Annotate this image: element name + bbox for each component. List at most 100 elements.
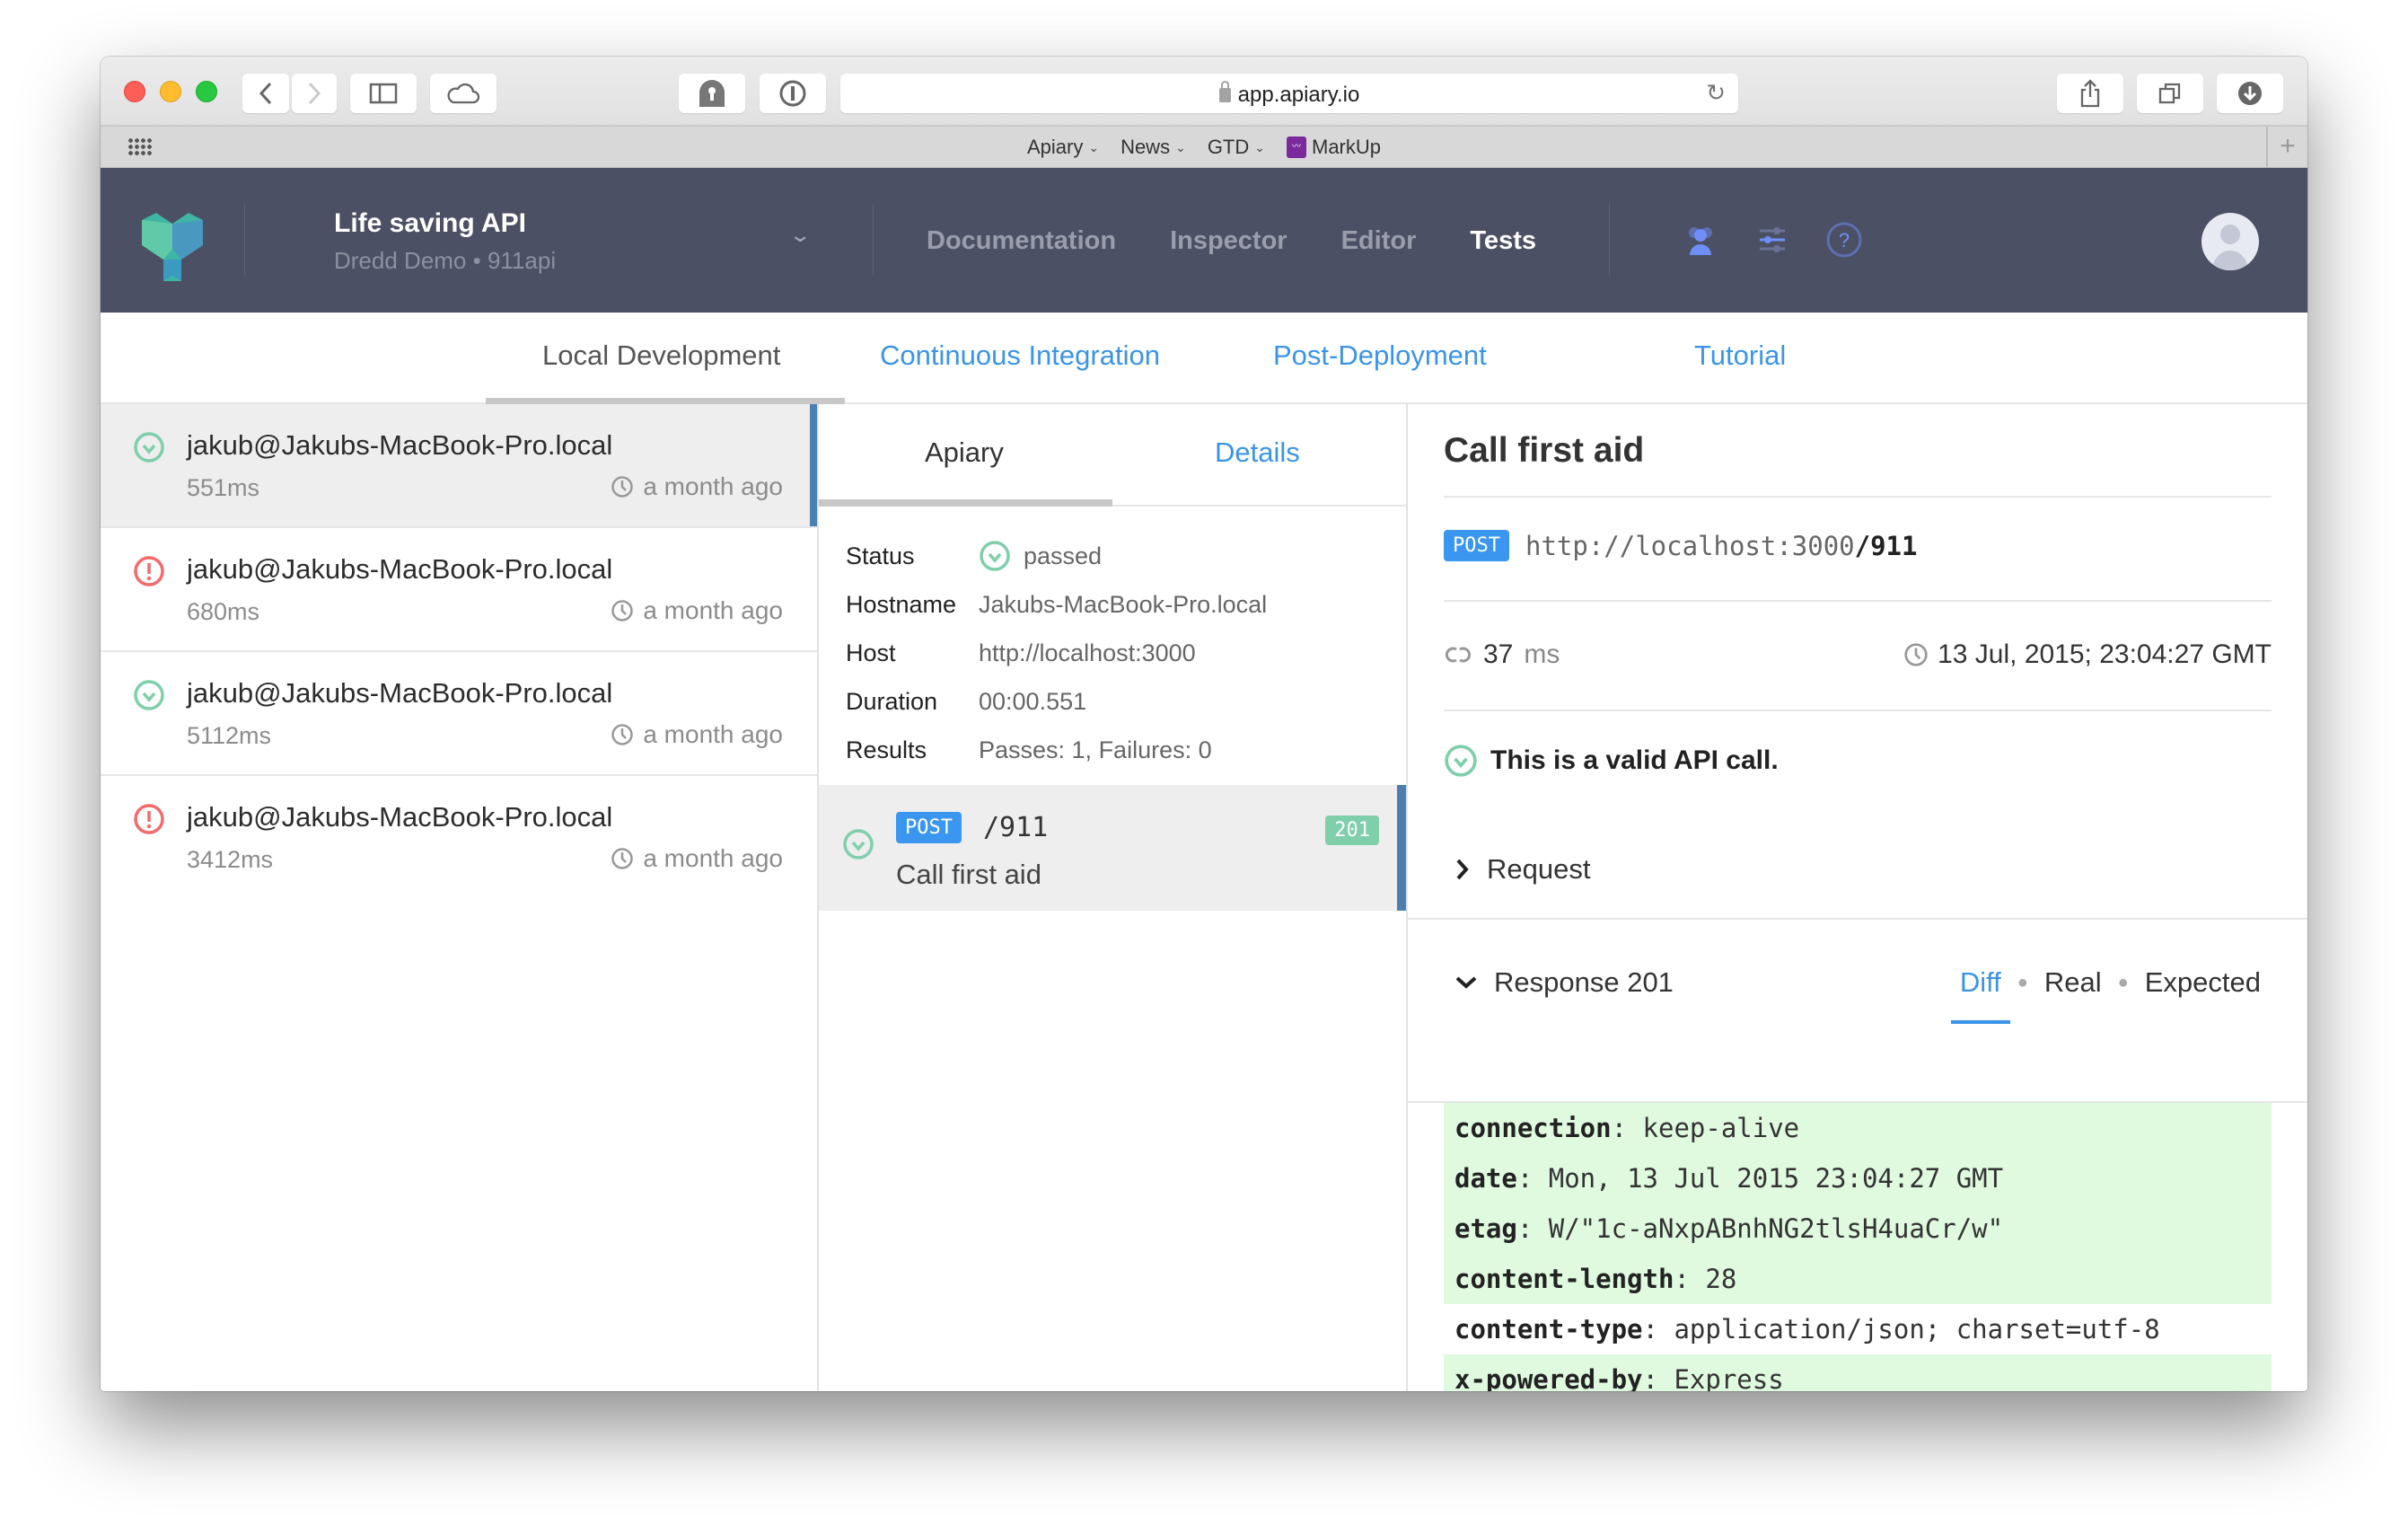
tab-tutorial[interactable]: Tutorial [1694, 339, 1786, 372]
tab-apiary[interactable]: Apiary [925, 436, 1004, 469]
transaction-item[interactable]: POST /911 201 Call first aid [819, 785, 1406, 911]
header-line: date: Mon, 13 Jul 2015 23:04:27 GMT [1444, 1153, 2272, 1203]
user-avatar[interactable] [2201, 213, 2259, 270]
validation-message: This is a valid API call. [1490, 745, 1779, 775]
zoom-window-button[interactable] [196, 81, 217, 102]
back-button[interactable] [242, 74, 289, 113]
clock-icon [611, 848, 634, 869]
reload-icon[interactable]: ↻ [1706, 79, 1726, 107]
new-tab-plus-icon[interactable]: + [2266, 127, 2307, 168]
download-icon [2238, 82, 2262, 105]
transaction-name: Call first aid [896, 859, 1041, 890]
run-duration: 680ms [187, 598, 260, 625]
address-bar[interactable]: app.apiary.io ↻ [840, 74, 1738, 113]
failed-exclamation-icon [134, 556, 164, 586]
keyhole-icon [699, 80, 725, 107]
tabs-icon [2158, 83, 2181, 104]
response-label: Response 201 [1494, 966, 1674, 998]
sidebar-toggle-button[interactable] [350, 74, 417, 113]
info-value: 00:00.551 [979, 687, 1087, 715]
svg-text:?: ? [1839, 229, 1850, 251]
bookmark-news[interactable]: News ⌄ [1121, 136, 1186, 159]
apiary-logo-icon[interactable] [138, 213, 207, 281]
bookmarks-bar: Apiary ⌄ News ⌄ GTD ⌄ 〰 MarkUp + [101, 127, 2307, 168]
nav-documentation[interactable]: Documentation [927, 226, 1116, 256]
test-run-item[interactable]: jakub@Jakubs-MacBook-Pro.local 680ms a m… [101, 528, 817, 652]
nav-inspector[interactable]: Inspector [1170, 226, 1287, 256]
nav-editor[interactable]: Editor [1341, 226, 1417, 256]
bookmark-gtd[interactable]: GTD ⌄ [1208, 136, 1265, 159]
onepassword-icon [779, 80, 806, 107]
clock-icon [1904, 643, 1928, 666]
clock-icon [611, 600, 634, 622]
tab-details[interactable]: Details [1215, 436, 1300, 469]
tab-continuous-integration[interactable]: Continuous Integration [880, 339, 1160, 372]
view-expected[interactable]: Expected [2145, 966, 2261, 999]
clock-icon [611, 476, 634, 498]
bookmark-apiary[interactable]: Apiary ⌄ [1027, 136, 1099, 159]
nav-tests[interactable]: Tests [1470, 226, 1536, 256]
team-icon [1689, 227, 1712, 255]
onepassword-button[interactable] [760, 74, 826, 113]
validation-result: This is a valid API call. [1444, 744, 1779, 778]
view-real[interactable]: Real [2044, 966, 2102, 999]
separator-dot: ● [2017, 972, 2028, 992]
bookmark-markup[interactable]: 〰 MarkUp [1287, 136, 1381, 159]
header-divider [244, 204, 245, 276]
run-title: jakub@Jakubs-MacBook-Pro.local [187, 429, 613, 461]
share-button[interactable] [2057, 74, 2123, 113]
project-switcher-chevron-icon[interactable]: ⌄ [788, 224, 812, 247]
url-path: /911 [1854, 530, 1918, 561]
lock-icon [1218, 81, 1231, 102]
forward-button[interactable] [292, 74, 337, 113]
run-time-text: a month ago [643, 844, 783, 872]
header-divider [873, 204, 874, 276]
view-diff[interactable]: Diff [1950, 966, 2010, 1024]
user-silhouette-icon [2212, 225, 2248, 270]
latency-value: 37 [1483, 639, 1514, 669]
run-time: a month ago [611, 720, 783, 749]
response-toggle[interactable]: Response 201 [1454, 966, 1674, 999]
transaction-detail-panel: Call first aid POST http://localhost:300… [1408, 404, 2307, 1391]
minimize-window-button[interactable] [160, 81, 181, 102]
run-detail-panel: Apiary Details Status passed Hostname Ja… [819, 404, 1408, 1391]
info-row-hostname: Hostname Jakubs-MacBook-Pro.local [846, 580, 1406, 629]
browser-window: app.apiary.io ↻ Apiary ⌄ News ⌄ GTD ⌄ 〰 Mark… [101, 57, 2307, 1391]
header-name: date [1454, 1163, 1517, 1194]
tabs-overview-button[interactable] [2137, 74, 2203, 113]
close-window-button[interactable] [124, 81, 145, 102]
help-icon: ? [1826, 222, 1862, 258]
header-value: Express [1674, 1364, 1784, 1391]
clock-icon [611, 724, 634, 745]
request-toggle[interactable]: Request [1454, 853, 1590, 886]
method-badge: POST [1444, 530, 1509, 561]
password-manager-button[interactable] [679, 74, 745, 113]
run-time: a month ago [611, 472, 783, 501]
header-value: application/json; charset=utf-8 [1674, 1314, 2160, 1344]
divider [1444, 496, 2272, 498]
info-label: Status [846, 542, 915, 569]
test-run-item[interactable]: jakub@Jakubs-MacBook-Pro.local 551ms a m… [101, 404, 817, 528]
run-duration: 5112ms [187, 722, 272, 749]
transaction-path: /911 [983, 812, 1049, 843]
downloads-button[interactable] [2217, 74, 2283, 113]
response-view-switcher: Diff ● Real ● Expected [1950, 966, 2261, 1024]
tab-post-deployment[interactable]: Post-Deployment [1273, 339, 1487, 372]
passed-check-icon [1445, 745, 1477, 777]
help-button[interactable]: ? [1824, 220, 1864, 260]
team-button[interactable] [1681, 220, 1720, 260]
settings-button[interactable] [1753, 220, 1792, 260]
info-row-results: Results Passes: 1, Failures: 0 [846, 726, 1406, 774]
tab-local-development[interactable]: Local Development [542, 339, 780, 372]
header-name: connection [1454, 1113, 1612, 1143]
transaction-meta: 37 ms 13 Jul, 2015; 23:04:27 GMT [1444, 639, 2272, 670]
sidebar-icon [369, 83, 398, 104]
test-run-item[interactable]: jakub@Jakubs-MacBook-Pro.local 5112ms a … [101, 652, 817, 776]
icloud-tabs-button[interactable] [430, 74, 497, 113]
run-title: jakub@Jakubs-MacBook-Pro.local [187, 801, 613, 833]
run-duration: 3412ms [187, 846, 274, 873]
header-value: 28 [1705, 1264, 1737, 1294]
info-row-duration: Duration 00:00.551 [846, 677, 1406, 726]
chevron-down-icon [1455, 976, 1477, 989]
test-run-item[interactable]: jakub@Jakubs-MacBook-Pro.local 3412ms a … [101, 776, 817, 900]
